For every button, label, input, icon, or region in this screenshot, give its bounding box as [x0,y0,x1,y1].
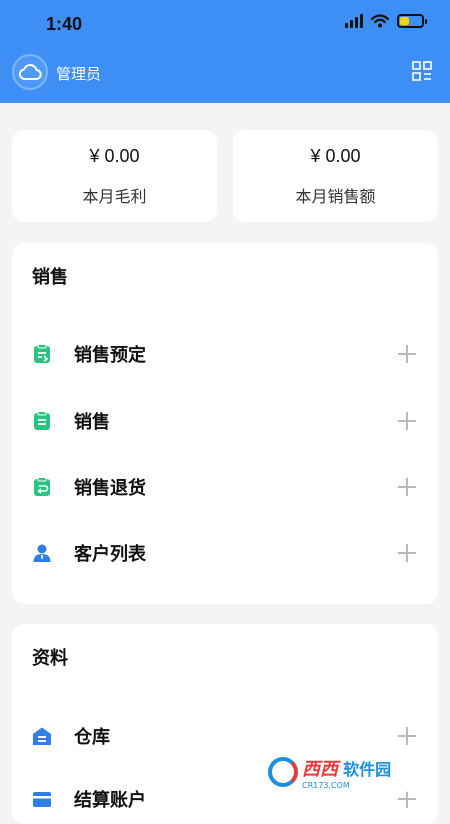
grid-menu-icon[interactable] [412,61,432,81]
plus-icon[interactable] [398,412,416,430]
sales-return-icon [32,477,52,497]
nav-bar: 管理员 [0,50,450,103]
battery-icon [397,14,424,28]
monthly-profit-value: ¥ 0.00 [89,146,139,167]
list-item-label: 销售退货 [74,474,146,500]
plus-icon[interactable] [398,478,416,496]
watermark-sub: CR173.COM [302,781,391,790]
list-item-sales-order[interactable]: 销售预定 [12,329,438,379]
customer-list-icon [32,543,52,563]
user-role-label: 管理员 [56,63,101,84]
monthly-sales-value: ¥ 0.00 [310,146,360,167]
warehouse-icon [32,726,52,746]
wifi-icon [371,14,389,28]
status-bar: 1:40 [0,0,450,50]
status-icons [345,14,424,28]
data-section: 资料 仓库 结算账户 [12,624,438,824]
watermark-text: 西西 软件园 CR173.COM [302,755,391,790]
monthly-profit-card[interactable]: ¥ 0.00 本月毛利 [12,130,217,222]
app-header: 1:40 管理员 [0,0,450,103]
list-item-sales-return[interactable]: 销售退货 [12,462,438,512]
avatar[interactable] [12,54,48,90]
site-watermark: 西西 软件园 CR173.COM [262,752,432,792]
section-title: 资料 [32,644,68,670]
watermark-text-b: 软件园 [343,760,391,779]
section-title: 销售 [32,263,68,289]
list-item-sales[interactable]: 销售 [12,396,438,446]
status-time: 1:40 [46,14,82,35]
plus-icon[interactable] [398,727,416,745]
sales-order-icon [32,344,52,364]
plus-icon[interactable] [398,345,416,363]
list-item-label: 仓库 [74,723,110,749]
list-item-label: 销售 [74,408,110,434]
account-icon [32,789,52,809]
cloud-icon [18,63,42,81]
plus-icon[interactable] [398,790,416,808]
list-item-customer-list[interactable]: 客户列表 [12,528,438,578]
summary-row: ¥ 0.00 本月毛利 ¥ 0.00 本月销售额 [12,130,438,222]
watermark-text-a: 西西 [302,759,338,780]
watermark-logo-icon [268,757,298,787]
monthly-sales-label: 本月销售额 [295,183,375,207]
monthly-sales-card[interactable]: ¥ 0.00 本月销售额 [233,130,438,222]
list-item-label: 客户列表 [74,540,146,566]
sales-icon [32,411,52,431]
monthly-profit-label: 本月毛利 [82,183,146,207]
signal-icon [345,14,363,28]
sales-section: 销售 销售预定 销售 [12,243,438,604]
list-item-label: 结算账户 [74,786,146,812]
plus-icon[interactable] [398,544,416,562]
list-item-label: 销售预定 [74,341,146,367]
